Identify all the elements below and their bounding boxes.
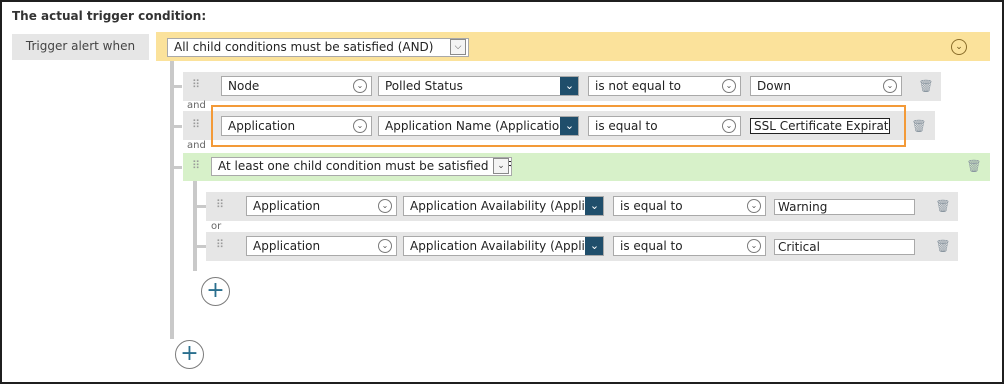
tree-line-subgroup (193, 181, 197, 271)
condition-value-input[interactable]: Critical (774, 239, 915, 255)
root-group-mode-select[interactable]: All child conditions must be satisfied (… (167, 38, 469, 57)
chevron-down-icon: ⌄ (378, 239, 392, 253)
add-subcondition-button[interactable]: + (201, 277, 230, 306)
condition-operator-select[interactable]: is equal to ⌄ (613, 196, 766, 216)
tree-line-root (170, 61, 174, 339)
section-heading: The actual trigger condition: (12, 9, 207, 23)
condition-property-value: Application Name (Application Alias) (385, 119, 578, 133)
chevron-down-icon: ⌄ (585, 237, 603, 255)
trigger-alert-label: Trigger alert when (12, 34, 149, 60)
condition-operator-select[interactable]: is equal to ⌄ (613, 236, 766, 256)
condition-property-select[interactable]: Application Name (Application Alias) ⌄ (378, 116, 579, 136)
sub-group-mode-select[interactable]: At least one child condition must be sat… (211, 157, 512, 176)
collapse-group-icon[interactable]: ⌄ (951, 39, 967, 55)
condition-object-select[interactable]: Application ⌄ (246, 196, 397, 216)
trash-icon[interactable]: 🗑 (935, 199, 951, 213)
condition-property-select[interactable]: Application Availability (Application) ⌄ (403, 196, 604, 216)
chevron-down-icon: ⌄ (722, 119, 736, 133)
drag-handle-icon[interactable]: ⠿ (192, 79, 200, 90)
sub-group-mode-value: At least one child condition must be sat… (218, 159, 512, 173)
condition-property-select[interactable]: Application Availability (Application) ⌄ (403, 236, 604, 256)
drag-handle-icon[interactable]: ⠿ (192, 119, 200, 130)
condition-object-value: Node (228, 79, 260, 93)
chevron-down-icon: ⌄ (353, 79, 367, 93)
condition-operator-value: is equal to (620, 239, 683, 253)
join-label-and: and (187, 100, 206, 111)
drag-handle-icon[interactable]: ⠿ (192, 160, 200, 171)
condition-operator-value: is equal to (620, 199, 683, 213)
root-group-mode-value: All child conditions must be satisfied (… (174, 40, 434, 54)
chevron-down-icon: ⌄ (883, 79, 897, 93)
chevron-down-icon: ⌄ (560, 117, 578, 135)
chevron-down-icon: ⌄ (722, 79, 736, 93)
condition-object-value: Application (253, 239, 321, 253)
drag-handle-icon[interactable]: ⠿ (216, 199, 224, 210)
condition-value-select[interactable]: Down ⌄ (750, 76, 902, 96)
chevron-down-icon: ⌄ (353, 119, 367, 133)
condition-value-text: Down (757, 79, 792, 93)
condition-operator-select[interactable]: is not equal to ⌄ (588, 76, 741, 96)
condition-property-value: Application Availability (Application) (410, 199, 603, 213)
chevron-down-icon: ⌄ (560, 77, 578, 95)
chevron-down-icon: ⌄ (747, 199, 761, 213)
trash-icon[interactable]: 🗑 (935, 239, 951, 253)
add-condition-button[interactable]: + (175, 340, 204, 369)
condition-value-input[interactable]: SSL Certificate Expiration (750, 118, 890, 134)
condition-object-select[interactable]: Application ⌄ (221, 116, 372, 136)
condition-value-input[interactable]: Warning (774, 199, 915, 215)
tree-branch (174, 166, 182, 169)
chevron-down-icon: ⌄ (747, 239, 761, 253)
condition-property-select[interactable]: Polled Status ⌄ (378, 76, 579, 96)
condition-object-select[interactable]: Node ⌄ (221, 76, 372, 96)
condition-operator-value: is equal to (595, 119, 658, 133)
chevron-down-icon: ⌵ (450, 39, 466, 55)
condition-object-select[interactable]: Application ⌄ (246, 236, 397, 256)
join-label-and: and (187, 140, 206, 151)
condition-object-value: Application (228, 119, 296, 133)
chevron-down-icon: ⌄ (585, 197, 603, 215)
trash-icon[interactable]: 🗑 (966, 159, 982, 173)
plus-icon: + (180, 341, 199, 366)
trash-icon[interactable]: 🗑 (918, 79, 934, 93)
condition-property-value: Polled Status (385, 79, 463, 93)
drag-handle-icon[interactable]: ⠿ (216, 239, 224, 250)
tree-branch (174, 125, 182, 128)
join-label-or: or (211, 221, 222, 232)
plus-icon: + (206, 278, 225, 303)
condition-operator-value: is not equal to (595, 79, 682, 93)
trash-icon[interactable]: 🗑 (911, 119, 927, 133)
condition-property-value: Application Availability (Application) (410, 239, 603, 253)
chevron-down-icon: ⌄ (493, 158, 509, 174)
condition-object-value: Application (253, 199, 321, 213)
chevron-down-icon: ⌄ (378, 199, 392, 213)
tree-branch (174, 85, 182, 88)
condition-operator-select[interactable]: is equal to ⌄ (588, 116, 741, 136)
